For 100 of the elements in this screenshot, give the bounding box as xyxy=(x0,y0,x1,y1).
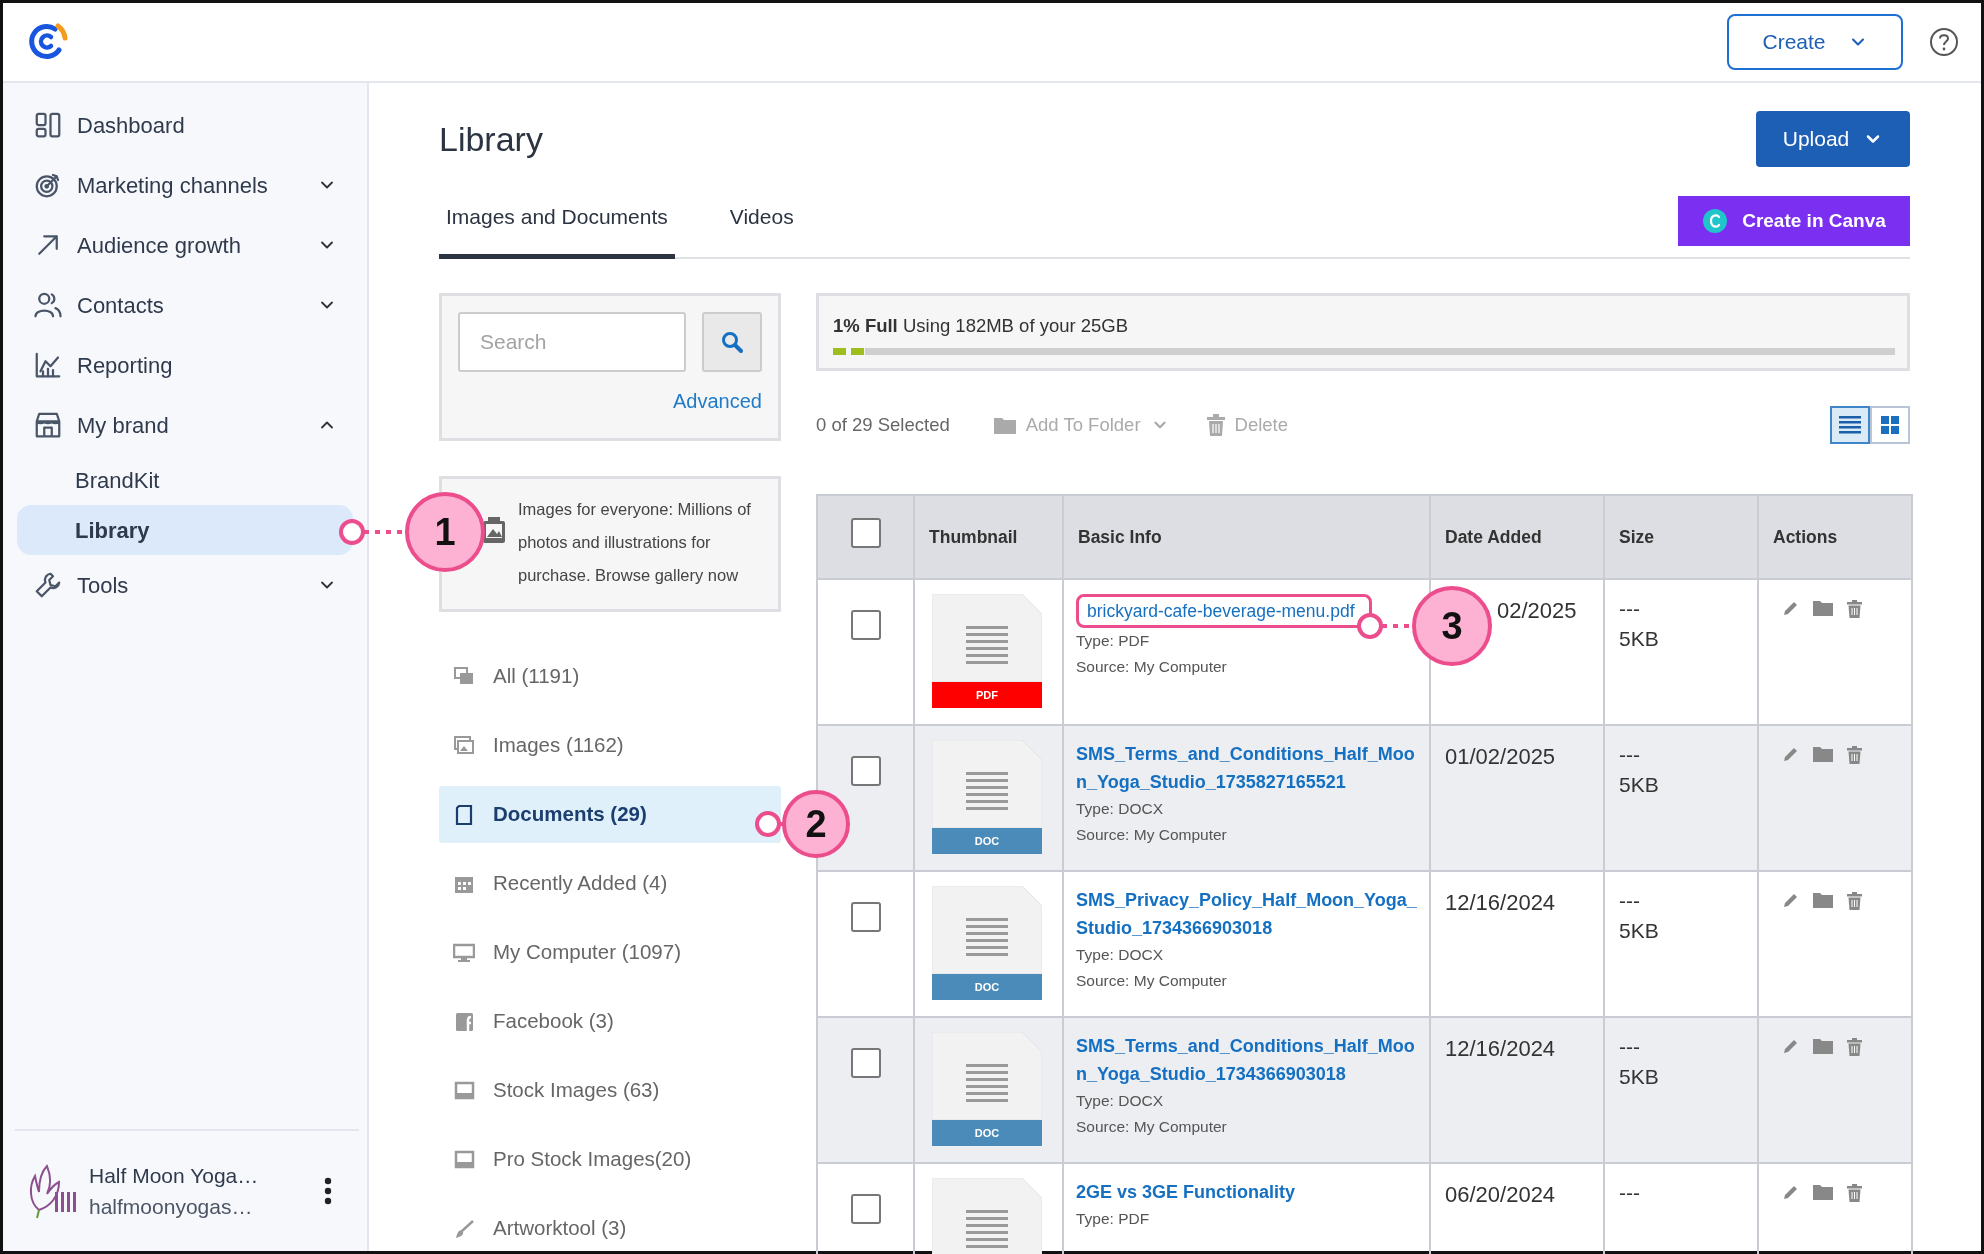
file-name-link[interactable]: SMS_Terms_and_Conditions_Half_Moon_Yoga_Studio_1734366903018 xyxy=(1076,1032,1417,1088)
checkbox[interactable] xyxy=(850,518,881,549)
storage-usage-text: 1% Full Using 182MB of your 25GB xyxy=(833,314,1130,338)
create-button[interactable]: Create xyxy=(1727,14,1903,70)
dimensions-text: --- xyxy=(1619,1180,1641,1206)
folder-icon[interactable] xyxy=(1813,892,1833,908)
pencil-icon[interactable] xyxy=(1781,892,1799,910)
sidebar-item[interactable]: My brand xyxy=(3,395,367,455)
list-icon xyxy=(1839,416,1861,434)
checkbox[interactable] xyxy=(850,610,881,640)
file-source-text: Source: My Computer xyxy=(1076,657,1228,677)
help-icon[interactable] xyxy=(1929,27,1959,57)
search-button[interactable] xyxy=(702,312,762,372)
account-email: halfmoonyogas… xyxy=(89,1194,254,1220)
picture-frame-icon xyxy=(453,1079,475,1102)
pencil-icon[interactable] xyxy=(1781,600,1799,618)
checkbox[interactable] xyxy=(850,902,881,932)
file-name-link[interactable]: SMS_Terms_and_Conditions_Half_Moon_Yoga_Studio_1735827165521 xyxy=(1076,740,1417,796)
filter-item[interactable]: My Computer (1097) xyxy=(439,918,781,987)
dashboard-icon xyxy=(33,110,63,140)
page-title: Library xyxy=(439,118,543,160)
folder-icon xyxy=(993,416,1016,434)
dimensions-text: --- xyxy=(1619,742,1641,768)
file-type-text: Type: DOCX xyxy=(1076,1091,1164,1111)
promo-text: Images for everyone: Millions of photos and illustrations for purchase. Browse gallery now xyxy=(518,499,752,586)
dimensions-text: --- xyxy=(1619,596,1641,622)
file-name-link[interactable]: 2GE vs 3GE Functionality xyxy=(1076,1178,1296,1206)
filter-item[interactable]: All (1191) xyxy=(439,642,781,711)
date-text: 12/16/2024 xyxy=(1445,890,1556,915)
size-text: 5KB xyxy=(1619,918,1660,944)
checkbox[interactable] xyxy=(850,756,881,786)
sidebar-item[interactable]: Marketing channels xyxy=(3,155,367,215)
document-icon xyxy=(453,803,475,826)
search-field[interactable]: Search xyxy=(458,312,686,372)
date-text: 12/16/2024 xyxy=(1445,1036,1556,1061)
file-name-link[interactable]: SMS_Privacy_Policy_Half_Moon_Yoga_Studio_1734366903018 xyxy=(1076,886,1417,942)
more-menu-icon[interactable] xyxy=(323,1176,333,1206)
column-header: Basic Info xyxy=(1078,526,1162,547)
checkbox[interactable] xyxy=(850,1048,881,1078)
file-type-label: DOC xyxy=(932,1120,1042,1146)
folder-icon[interactable] xyxy=(1813,1038,1833,1054)
upload-button[interactable]: Upload xyxy=(1756,111,1910,167)
trash-icon[interactable] xyxy=(1847,892,1862,910)
monitor-icon xyxy=(453,941,475,964)
pencil-icon[interactable] xyxy=(1781,1038,1799,1056)
file-type-text: Type: DOCX xyxy=(1076,799,1164,819)
wrench-icon xyxy=(33,570,63,600)
filter-item[interactable]: Facebook (3) xyxy=(439,987,781,1056)
column-header: Actions xyxy=(1773,526,1838,547)
grid-icon xyxy=(1881,416,1899,434)
file-type-text: Type: DOCX xyxy=(1076,945,1164,965)
folder-icon[interactable] xyxy=(1813,1184,1833,1200)
folder-icon[interactable] xyxy=(1813,600,1833,616)
filter-item[interactable]: Documents (29) xyxy=(439,786,781,843)
file-type-text: Type: PDF xyxy=(1076,631,1151,651)
checkbox[interactable] xyxy=(850,1194,881,1224)
trash-icon[interactable] xyxy=(1847,600,1862,618)
size-text: 5KB xyxy=(1619,772,1660,798)
dimensions-text: --- xyxy=(1619,888,1641,914)
date-text: 01/02/2025 xyxy=(1445,744,1556,769)
tab[interactable]: Images and Documents xyxy=(439,200,675,259)
facebook-icon xyxy=(453,1010,475,1033)
date-text: 02/2025 xyxy=(1497,598,1577,623)
file-name-link[interactable]: brickyard-cafe-beverage-menu.pdf xyxy=(1076,594,1372,628)
file-source-text: Source: My Computer xyxy=(1076,1117,1228,1137)
file-type-text: Type: PDF xyxy=(1076,1209,1151,1229)
file-source-text: Source: My Computer xyxy=(1076,971,1228,991)
dimensions-text: --- xyxy=(1619,1034,1641,1060)
date-text: 06/20/2024 xyxy=(1445,1182,1556,1207)
advanced-link[interactable]: Advanced xyxy=(673,390,762,412)
sidebar-item[interactable]: Audience growth xyxy=(3,215,367,275)
chart-icon xyxy=(33,350,63,380)
file-type-label: DOC xyxy=(932,974,1042,1000)
sidebar-subitem[interactable]: Library xyxy=(17,505,353,555)
sidebar-item[interactable]: Reporting xyxy=(3,335,367,395)
column-header: Thumbnail xyxy=(929,526,1018,547)
column-header: Date Added xyxy=(1445,526,1542,547)
column-header: Size xyxy=(1619,526,1655,547)
account-name: Half Moon Yoga… xyxy=(89,1162,260,1189)
image-icon xyxy=(482,515,506,545)
folder-icon[interactable] xyxy=(1813,746,1833,762)
images-icon xyxy=(453,734,475,757)
browse-gallery-link[interactable]: Browse gallery now xyxy=(595,566,739,584)
trash-icon[interactable] xyxy=(1847,1038,1862,1056)
file-type-label: DOC xyxy=(932,828,1042,854)
store-icon xyxy=(33,410,63,440)
tab[interactable]: Videos xyxy=(722,200,801,259)
trash-icon[interactable] xyxy=(1847,746,1862,764)
sidebar-item[interactable]: Contacts xyxy=(3,275,367,335)
selection-count: 0 of 29 Selected xyxy=(816,413,950,438)
people-icon xyxy=(33,290,63,320)
pencil-icon[interactable] xyxy=(1781,1184,1799,1202)
create-in-canva-button[interactable]: Create in Canva xyxy=(1678,196,1910,246)
sidebar-item[interactable]: Dashboard xyxy=(3,95,367,155)
filter-item[interactable]: Stock Images (63) xyxy=(439,1056,781,1125)
filter-item[interactable]: Artworktool (3) xyxy=(439,1194,781,1254)
filter-item[interactable]: Pro Stock Images(20) xyxy=(439,1125,781,1194)
pencil-icon[interactable] xyxy=(1781,746,1799,764)
filter-item[interactable]: Images (1162) xyxy=(439,711,781,780)
trash-icon[interactable] xyxy=(1847,1184,1862,1202)
